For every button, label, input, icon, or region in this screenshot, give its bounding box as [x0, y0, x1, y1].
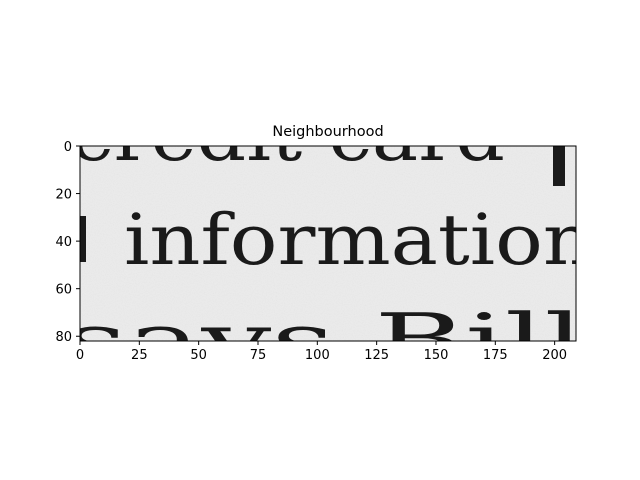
x-tick-label: 150 — [424, 348, 449, 363]
partial-letter-left — [80, 216, 86, 262]
x-tick-label: 50 — [190, 348, 207, 363]
x-tick-label: 75 — [250, 348, 267, 363]
x-tick-label: 175 — [483, 348, 508, 363]
plot-title: Neighbourhood — [272, 124, 383, 140]
x-axis: 0 25 50 75 100 125 150 175 200 — [76, 341, 567, 363]
x-tick-label: 100 — [305, 348, 330, 363]
partial-letter-top-right — [553, 146, 565, 186]
y-tick-label: 80 — [55, 330, 72, 345]
x-tick-label: 25 — [131, 348, 148, 363]
text-line-says-bill: says Bill — [64, 298, 584, 382]
text-line-information: information — [124, 199, 594, 281]
x-tick-label: 125 — [364, 348, 389, 363]
y-tick-label: 20 — [55, 188, 72, 203]
x-tick-label: 200 — [542, 348, 567, 363]
y-tick-label: 0 — [64, 140, 72, 155]
y-tick-label: 60 — [55, 283, 72, 298]
figure: Neighbourhood credit-card information sa… — [55, 124, 594, 382]
y-tick-label: 40 — [55, 235, 72, 250]
y-axis: 0 20 40 60 80 — [55, 140, 80, 345]
x-tick-label: 0 — [76, 348, 84, 363]
